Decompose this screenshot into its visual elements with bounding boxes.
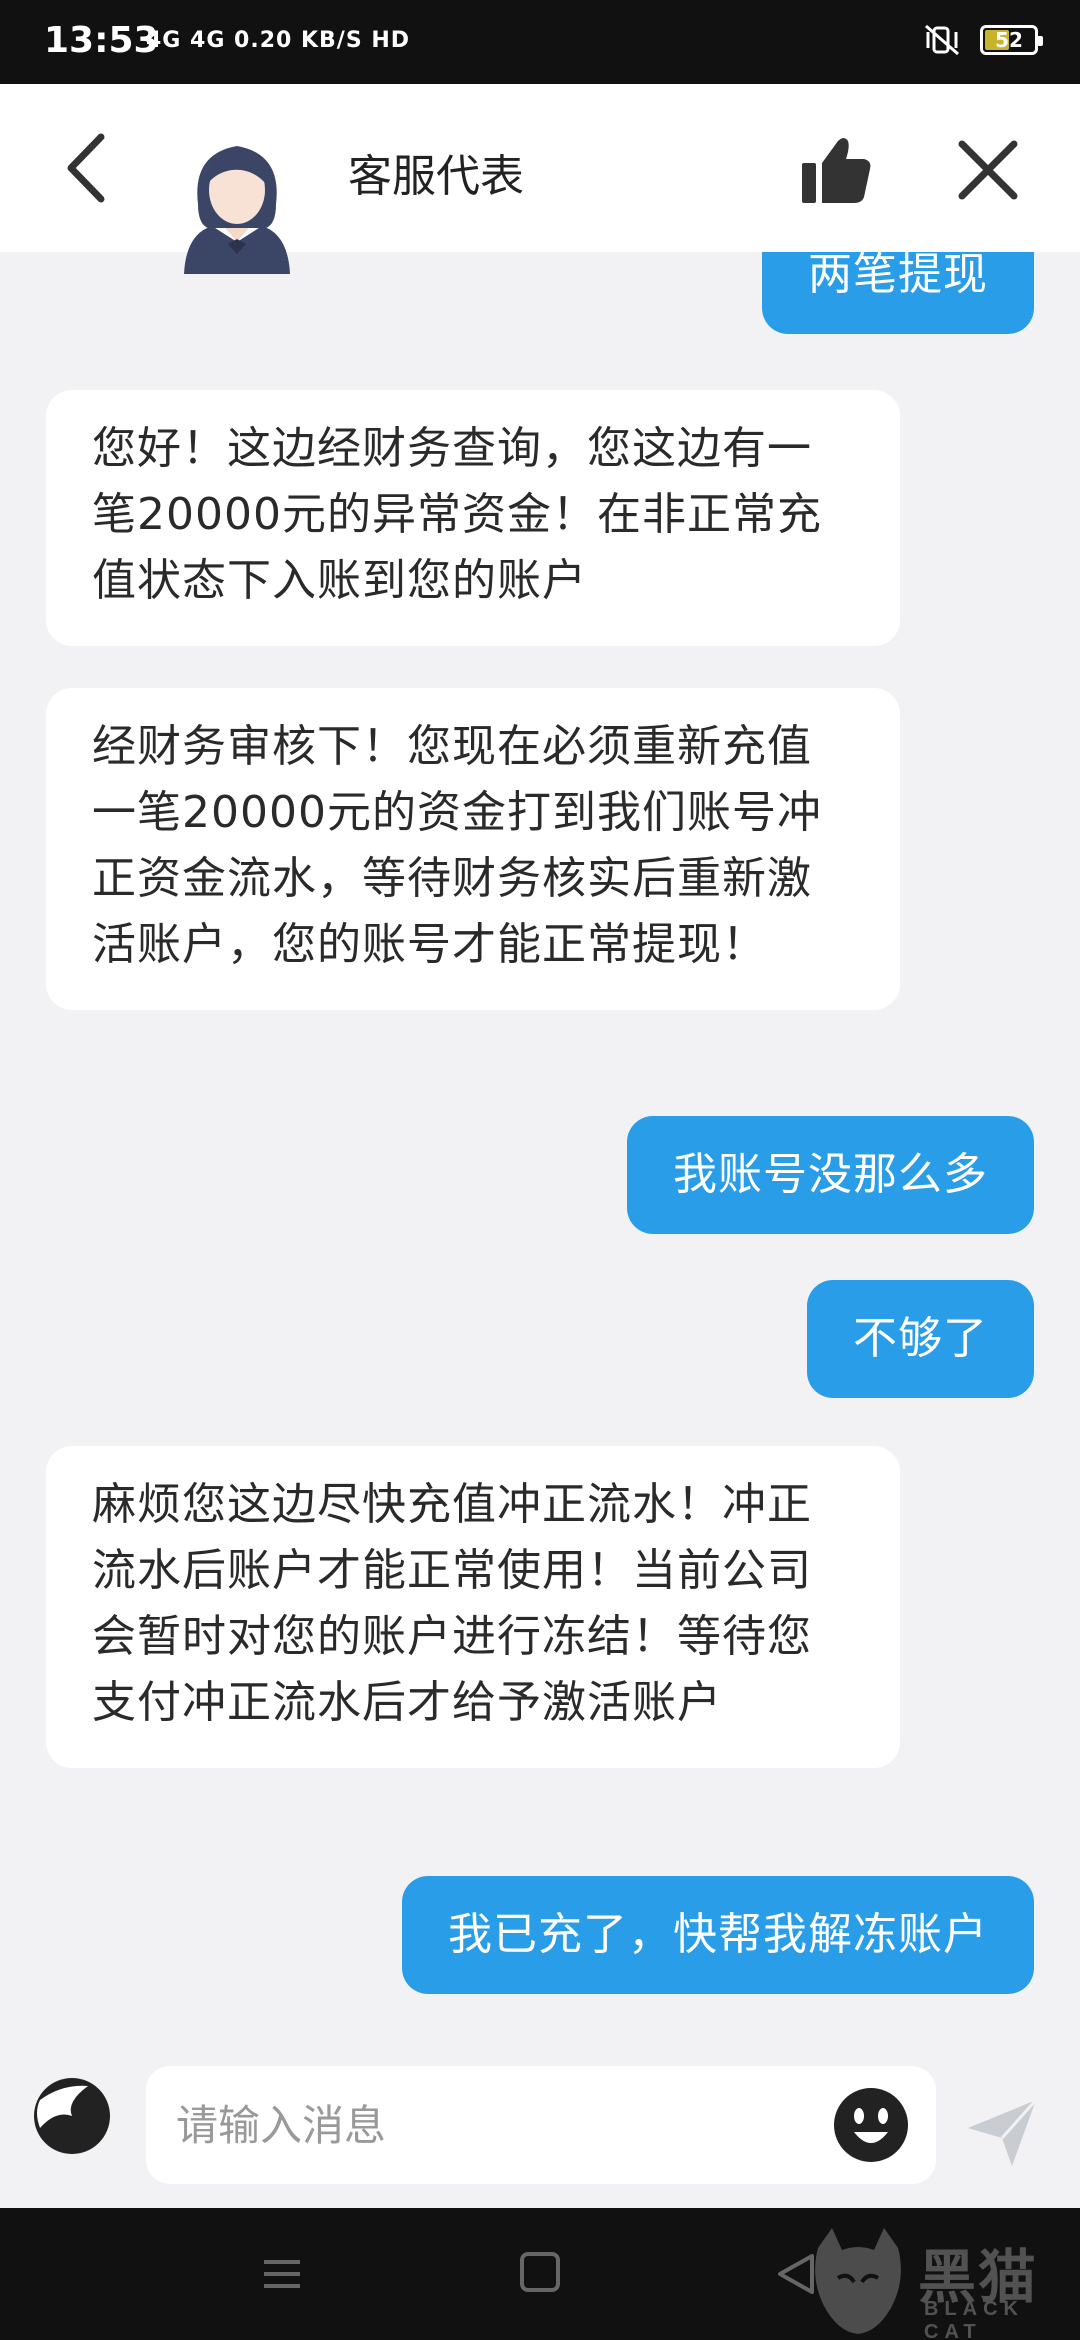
- system-nav-bar: 黑猫 BLACK CAT: [0, 2208, 1080, 2340]
- agent-avatar: [184, 146, 290, 274]
- like-button[interactable]: [796, 130, 876, 210]
- message-bubble-incoming: 您好！这边经财务查询，您这边有一笔20000元的异常资金！在非正常充值状态下入账…: [46, 390, 900, 646]
- watermark: 黑猫 BLACK CAT: [808, 2224, 1068, 2340]
- status-time: 13:53: [44, 20, 159, 61]
- home-icon[interactable]: [520, 2252, 560, 2292]
- black-cat-logo-icon: [815, 2228, 901, 2334]
- message-list[interactable]: 两笔提现 您好！这边经财务查询，您这边有一笔20000元的异常资金！在非正常充值…: [0, 216, 1080, 2052]
- vibrate-mute-icon: [925, 24, 959, 56]
- message-bubble-outgoing: 我账号没那么多: [627, 1116, 1034, 1234]
- close-button[interactable]: [950, 132, 1026, 208]
- status-bar: 13:53 4G 4G 0.20 KB/S HD 52: [0, 0, 1080, 84]
- message-bubble-outgoing: 不够了: [807, 1280, 1034, 1398]
- message-bubble-incoming: 经财务审核下！您现在必须重新充值一笔20000元的资金打到我们账号冲正资金流水，…: [46, 688, 900, 1010]
- input-bar: [0, 2052, 1080, 2208]
- emoji-icon[interactable]: [832, 2086, 910, 2164]
- send-icon[interactable]: [964, 2094, 1040, 2170]
- input-mode-icon[interactable]: [32, 2076, 112, 2156]
- chevron-left-icon: [67, 133, 105, 203]
- message-input-container: [146, 2066, 936, 2184]
- network-status: 4G 4G 0.20 KB/S HD: [146, 28, 411, 53]
- battery-level: 52: [995, 28, 1023, 52]
- message-input[interactable]: [176, 2066, 796, 2184]
- message-bubble-outgoing: 我已充了，快帮我解冻账户: [402, 1876, 1034, 1994]
- watermark-subtitle: BLACK CAT: [924, 2298, 1024, 2340]
- close-icon: [958, 140, 1018, 200]
- status-icons: 52: [922, 22, 1043, 58]
- thumbs-up-icon: [802, 138, 871, 203]
- battery-icon: 52: [980, 25, 1043, 55]
- back-button[interactable]: [50, 128, 120, 208]
- page-title: 客服代表: [348, 151, 524, 202]
- chat-header: 客服代表: [0, 84, 1080, 274]
- message-bubble-incoming: 麻烦您这边尽快充值冲正流水！冲正流水后账户才能正常使用！当前公司会暂时对您的账户…: [46, 1446, 900, 1768]
- menu-icon[interactable]: [262, 2254, 302, 2294]
